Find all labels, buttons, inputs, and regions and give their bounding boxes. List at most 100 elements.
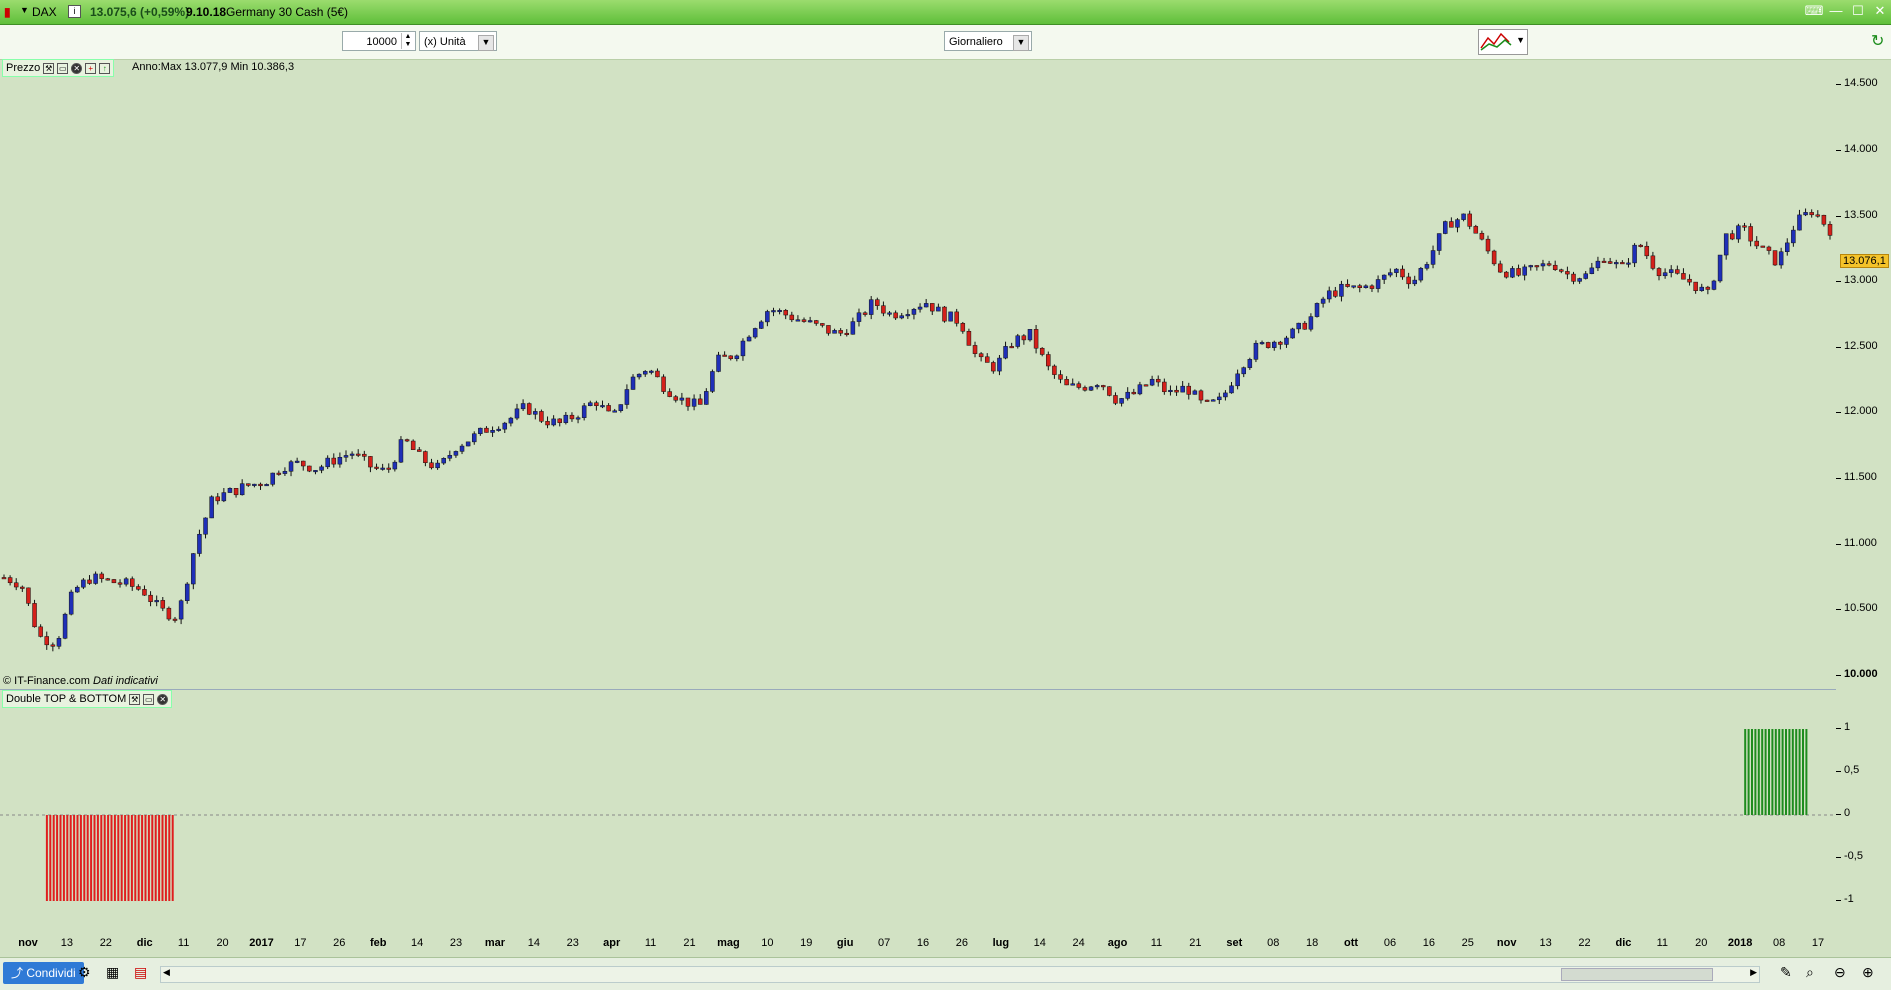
candle-body (478, 427, 483, 434)
candle-body (1516, 268, 1521, 276)
zoom-fit-icon[interactable]: ⌕ (1806, 964, 1814, 981)
unit-select[interactable]: (x) Unità ▼ (419, 31, 497, 51)
candle-body (1436, 233, 1442, 251)
candle-body (215, 496, 220, 502)
candle-body (1363, 285, 1369, 288)
candle-body (1070, 383, 1075, 386)
indicators-icon[interactable]: ⚙ (78, 964, 91, 981)
bull-signal-bar (1791, 729, 1794, 815)
candle-body (960, 323, 966, 332)
info-icon[interactable]: i (68, 5, 81, 18)
price-pane[interactable]: Prezzo ⚒ ▭ ✕ + ↑ Anno:Max 13.077,9 Min 1… (0, 59, 1836, 690)
maximize-icon[interactable]: ☐ (1847, 0, 1869, 22)
time-tick-label: apr (603, 937, 621, 949)
minimize-icon[interactable]: — (1825, 0, 1847, 22)
chevron-down-icon[interactable]: ▼ (1013, 35, 1029, 51)
chart-type-selector[interactable]: ▼ (1478, 29, 1528, 55)
candle-body (1595, 260, 1601, 269)
candle-body (1296, 322, 1301, 330)
candle-body (32, 603, 37, 628)
chevron-down-icon[interactable]: ▼ (478, 35, 494, 51)
candle-body (288, 461, 294, 472)
candle-body (954, 311, 959, 324)
candle-body (1400, 268, 1405, 278)
candle-body (1247, 359, 1253, 368)
candle-body (1131, 391, 1137, 395)
candle-body (313, 470, 318, 473)
candle-body (875, 299, 880, 306)
candle-body (1094, 385, 1100, 388)
zoom-out-icon[interactable]: ⊖ (1834, 964, 1846, 981)
bull-signal-bar (1771, 729, 1774, 815)
candle-body (618, 404, 624, 411)
chevron-down-icon[interactable]: ▼ (20, 5, 29, 15)
indicator-pane[interactable]: Double TOP & BOTTOM ⚒ ▭ ✕ (0, 690, 1836, 930)
candle-body (551, 418, 556, 426)
refresh-icon[interactable]: ↻ (1871, 31, 1887, 51)
grid-icon[interactable]: ▤ (134, 964, 147, 981)
candle-body (1485, 238, 1491, 252)
close-icon[interactable]: ✕ (1869, 0, 1891, 22)
candle-body (447, 455, 453, 459)
candle-body (239, 483, 245, 496)
candle-body (1491, 250, 1497, 265)
candle-body (154, 600, 159, 603)
bull-signal-bar (1788, 729, 1791, 815)
bear-signal-bar (110, 815, 113, 901)
indicator-tick-label: 1 (1835, 721, 1851, 733)
candle-body (1791, 229, 1796, 244)
candle-body (117, 582, 123, 585)
calculator-icon[interactable]: ▦ (106, 964, 119, 981)
candle-body (624, 389, 630, 405)
candle-body (1559, 269, 1564, 272)
candle-body (844, 332, 850, 335)
candle-body (991, 362, 996, 372)
candle-body (1064, 379, 1069, 386)
indicator-tick-label: 0,5 (1835, 764, 1860, 776)
quantity-input[interactable]: 10000 ▲ ▼ (342, 31, 416, 51)
time-tick-label: 21 (683, 937, 696, 949)
scroll-left-icon[interactable]: ◀ (163, 967, 170, 978)
candle-body (252, 483, 257, 486)
bear-signal-bar (49, 815, 52, 901)
share-button[interactable]: ⤴ Condividi (3, 962, 84, 984)
horizontal-scrollbar[interactable]: ◀ ▶ (160, 966, 1760, 983)
chevron-down-icon[interactable]: ▼ (1516, 35, 1525, 45)
candle-body (1058, 374, 1063, 380)
candle-body (1381, 274, 1387, 280)
bear-signal-bar (117, 815, 120, 901)
instrument-time: 9.10.18 (186, 5, 227, 19)
candle-body (136, 586, 141, 590)
candle-body (1522, 266, 1527, 276)
candle-body (942, 306, 947, 322)
candle-body (649, 370, 654, 373)
candle-body (276, 472, 282, 475)
candle-body (1039, 347, 1045, 355)
candle-body (105, 578, 111, 581)
candle-body (1369, 285, 1375, 289)
zoom-in-icon[interactable]: ⊕ (1862, 964, 1874, 981)
time-tick-label: 17 (1811, 937, 1825, 949)
chart-type-icon (1480, 32, 1512, 51)
candle-body (1223, 392, 1228, 398)
candle-body (868, 299, 874, 315)
candle-body (496, 428, 501, 431)
quantity-stepper[interactable]: ▲ ▼ (401, 33, 414, 49)
scroll-right-icon[interactable]: ▶ (1750, 967, 1757, 978)
time-tick-label: 19 (800, 937, 813, 949)
candle-body (966, 331, 972, 346)
bear-signal-bar (154, 815, 157, 901)
draw-icon[interactable]: ✎ (1780, 964, 1792, 981)
time-tick-label: feb (369, 937, 387, 949)
candle-body (1143, 384, 1149, 387)
keyboard-icon[interactable]: ⌨ (1803, 0, 1825, 22)
timeframe-select[interactable]: Giornaliero ▼ (944, 31, 1032, 51)
candle-body (1265, 342, 1271, 348)
candle-body (1412, 279, 1417, 285)
candle-body (508, 417, 514, 424)
scroll-thumb[interactable] (1561, 968, 1713, 981)
candle-body (1119, 398, 1124, 404)
bear-signal-bar (56, 815, 59, 901)
bear-signal-bar (83, 815, 86, 901)
price-tick-label: 11.500 (1836, 471, 1877, 483)
